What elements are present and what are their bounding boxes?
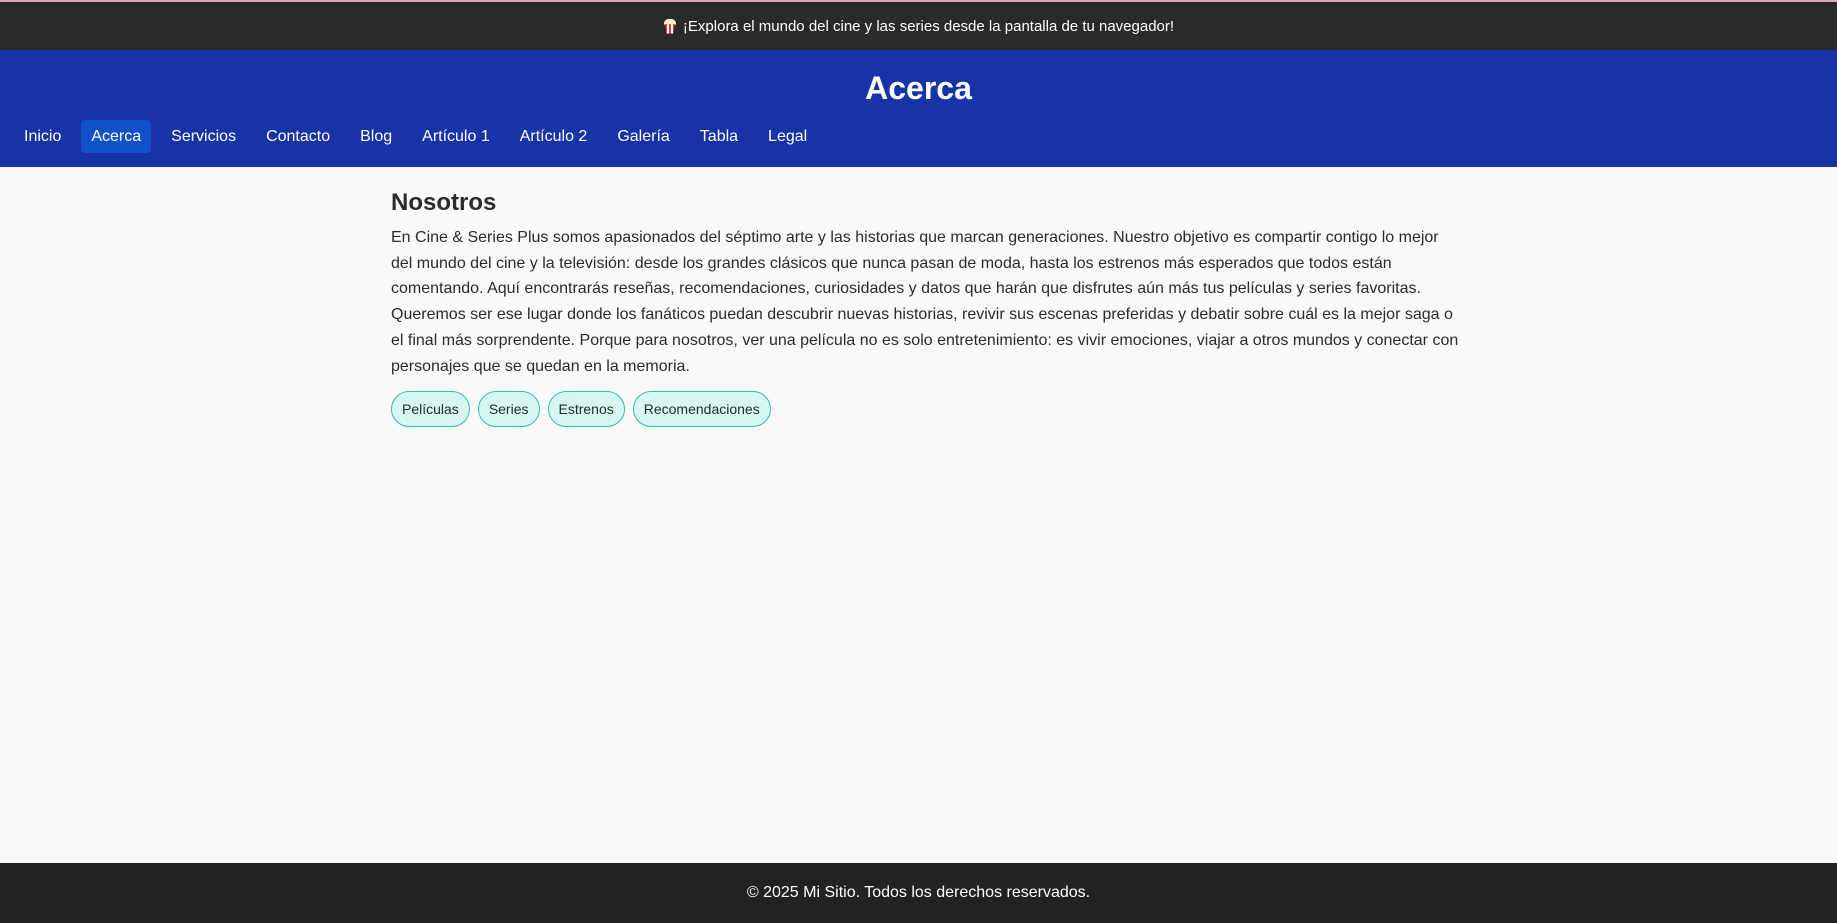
- nav-link-inicio[interactable]: Inicio: [14, 120, 71, 153]
- nav-link-contacto[interactable]: Contacto: [256, 120, 340, 153]
- about-paragraph: En Cine & Series Plus somos apasionados …: [391, 229, 1459, 375]
- nav-link-servicios[interactable]: Servicios: [161, 120, 246, 153]
- tag-list: Películas Series Estrenos Recomendacione…: [391, 391, 1461, 428]
- nav-link-galeria[interactable]: Galería: [607, 120, 679, 153]
- tag-series[interactable]: Series: [477, 391, 540, 428]
- announcement-bar: ¡Explora el mundo del cine y las series …: [0, 0, 1837, 50]
- main-nav: Inicio Acerca Servicios Contacto Blog Ar…: [14, 120, 817, 153]
- footer-text: © 2025 Mi Sitio. Todos los derechos rese…: [746, 884, 1091, 901]
- tag-peliculas[interactable]: Películas: [391, 391, 470, 428]
- nav-link-legal[interactable]: Legal: [758, 120, 817, 153]
- nav-link-articulo-1[interactable]: Artículo 1: [412, 120, 500, 153]
- page: ¡Explora el mundo del cine y las series …: [0, 0, 1837, 923]
- tag-estrenos[interactable]: Estrenos: [547, 391, 625, 428]
- tag-recomendaciones[interactable]: Recomendaciones: [632, 391, 771, 428]
- nav-link-tabla[interactable]: Tabla: [690, 120, 748, 153]
- page-title: Acerca: [865, 70, 972, 106]
- nav-link-acerca[interactable]: Acerca: [81, 120, 152, 153]
- announcement-text: ¡Explora el mundo del cine y las series …: [682, 17, 1175, 35]
- site-header: Acerca Inicio Acerca Servicios Contacto …: [0, 50, 1837, 167]
- nav-link-articulo-2[interactable]: Artículo 2: [510, 120, 598, 153]
- nav-link-blog[interactable]: Blog: [350, 120, 402, 153]
- section-heading: Nosotros: [391, 189, 497, 216]
- main-content: Nosotros En Cine & Series Plus somos apa…: [391, 189, 1461, 428]
- site-footer: © 2025 Mi Sitio. Todos los derechos rese…: [0, 863, 1837, 923]
- popcorn-icon: [663, 18, 677, 34]
